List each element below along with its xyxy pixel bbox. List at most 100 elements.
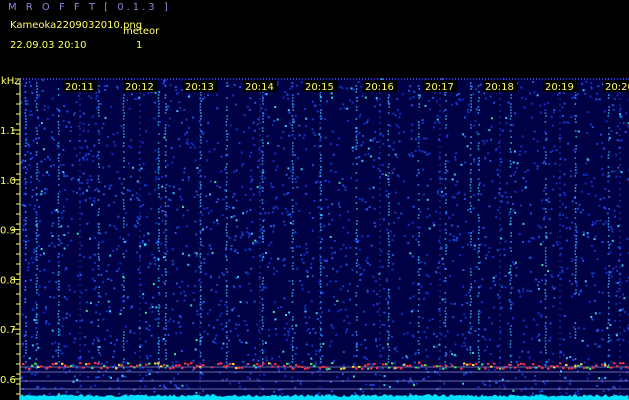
noise-speck <box>331 252 334 255</box>
noise-speck <box>324 118 327 120</box>
noise-speck <box>264 341 267 344</box>
streak-dot <box>165 304 167 306</box>
streak-dot <box>35 349 38 351</box>
noise-speck <box>528 356 531 359</box>
streak-dot <box>418 208 420 210</box>
streak-dot <box>122 337 125 339</box>
noise-speck <box>503 254 506 257</box>
noise-speck <box>222 342 225 345</box>
noise-speck <box>297 92 300 95</box>
noise-speck <box>425 291 428 294</box>
streak-dot <box>470 142 472 144</box>
noise-speck <box>348 322 351 325</box>
noise-speck <box>228 236 231 239</box>
noise-speck <box>96 94 99 97</box>
noise-speck <box>484 328 487 331</box>
streak-dot <box>388 145 390 147</box>
streak-dot <box>607 166 610 168</box>
noise-speck <box>360 343 363 346</box>
streak-dot <box>165 229 167 231</box>
noise-speck <box>178 315 181 317</box>
streak-dot <box>469 241 472 243</box>
streak-dot <box>36 169 38 171</box>
noise-speck <box>300 81 303 84</box>
noise-speck <box>383 375 386 378</box>
streak-dot <box>444 292 447 294</box>
streak-dot <box>199 202 202 204</box>
noise-speck <box>180 198 183 201</box>
streak-dot <box>319 172 322 174</box>
noise-speck <box>569 332 572 335</box>
noise-speck <box>435 345 438 348</box>
streak-dot <box>262 358 264 360</box>
noise-speck <box>86 222 89 225</box>
noise-speck <box>410 129 413 132</box>
noise-speck <box>605 271 608 274</box>
noise-speck <box>225 378 228 381</box>
streak-dot <box>388 94 390 96</box>
streak-dot <box>608 271 610 273</box>
noise-speck <box>144 340 147 343</box>
noise-speck <box>317 392 320 395</box>
noise-speck <box>373 323 375 326</box>
noise-speck <box>522 222 525 225</box>
noise-speck <box>30 175 32 178</box>
streak-dot <box>200 352 202 354</box>
noise-speck <box>63 247 66 250</box>
streak-dot <box>355 262 358 264</box>
noise-speck <box>552 175 555 178</box>
noise-speck <box>346 107 349 110</box>
noise-speck <box>518 153 521 156</box>
noise-speck <box>85 301 88 304</box>
noise-speck <box>187 95 190 98</box>
noise-speck <box>436 192 439 195</box>
noise-speck <box>436 114 439 117</box>
noise-speck <box>466 302 469 304</box>
streak-dot <box>157 100 160 102</box>
signal-speck <box>406 365 409 367</box>
signal-speck <box>382 363 385 366</box>
noise-speck <box>409 377 412 380</box>
signal-speck <box>445 365 448 367</box>
noise-speck <box>557 274 560 277</box>
signal-speck <box>388 366 391 369</box>
noise-speck <box>350 177 352 180</box>
noise-speck <box>41 79 44 82</box>
streak-dot <box>57 211 60 213</box>
streak-dot <box>544 322 547 324</box>
streak-dot <box>261 202 264 204</box>
noise-speck <box>140 344 143 347</box>
streak-dot <box>157 268 160 270</box>
noise-speck <box>60 242 63 245</box>
noise-speck <box>525 180 528 183</box>
streak-dot <box>545 193 547 195</box>
streak-dot <box>355 247 358 249</box>
noise-speck <box>593 250 596 252</box>
streak-dot <box>122 346 125 348</box>
noise-speck <box>445 135 448 138</box>
streak-dot <box>470 274 472 276</box>
streak-dot <box>477 199 480 201</box>
noise-speck <box>116 85 119 88</box>
noise-speck <box>201 302 204 305</box>
streak-dot <box>262 325 264 327</box>
noise-speck <box>62 210 65 213</box>
noise-speck <box>77 94 80 97</box>
noise-speck <box>342 364 345 367</box>
noise-speck <box>448 239 451 242</box>
noise-speck <box>284 367 287 370</box>
noise-speck <box>506 182 508 185</box>
noise-speck <box>195 254 198 257</box>
noise-speck <box>185 245 188 248</box>
noise-speck <box>95 286 97 289</box>
noise-speck <box>428 214 431 217</box>
streak-dot <box>158 340 160 342</box>
noise-speck <box>62 172 65 175</box>
streak-dot <box>608 340 610 342</box>
noise-speck <box>283 297 286 300</box>
noise-speck <box>436 266 439 269</box>
noise-speck <box>271 357 274 360</box>
streak-dot <box>291 355 294 357</box>
noise-speck <box>149 307 152 310</box>
noise-speck <box>514 112 517 115</box>
